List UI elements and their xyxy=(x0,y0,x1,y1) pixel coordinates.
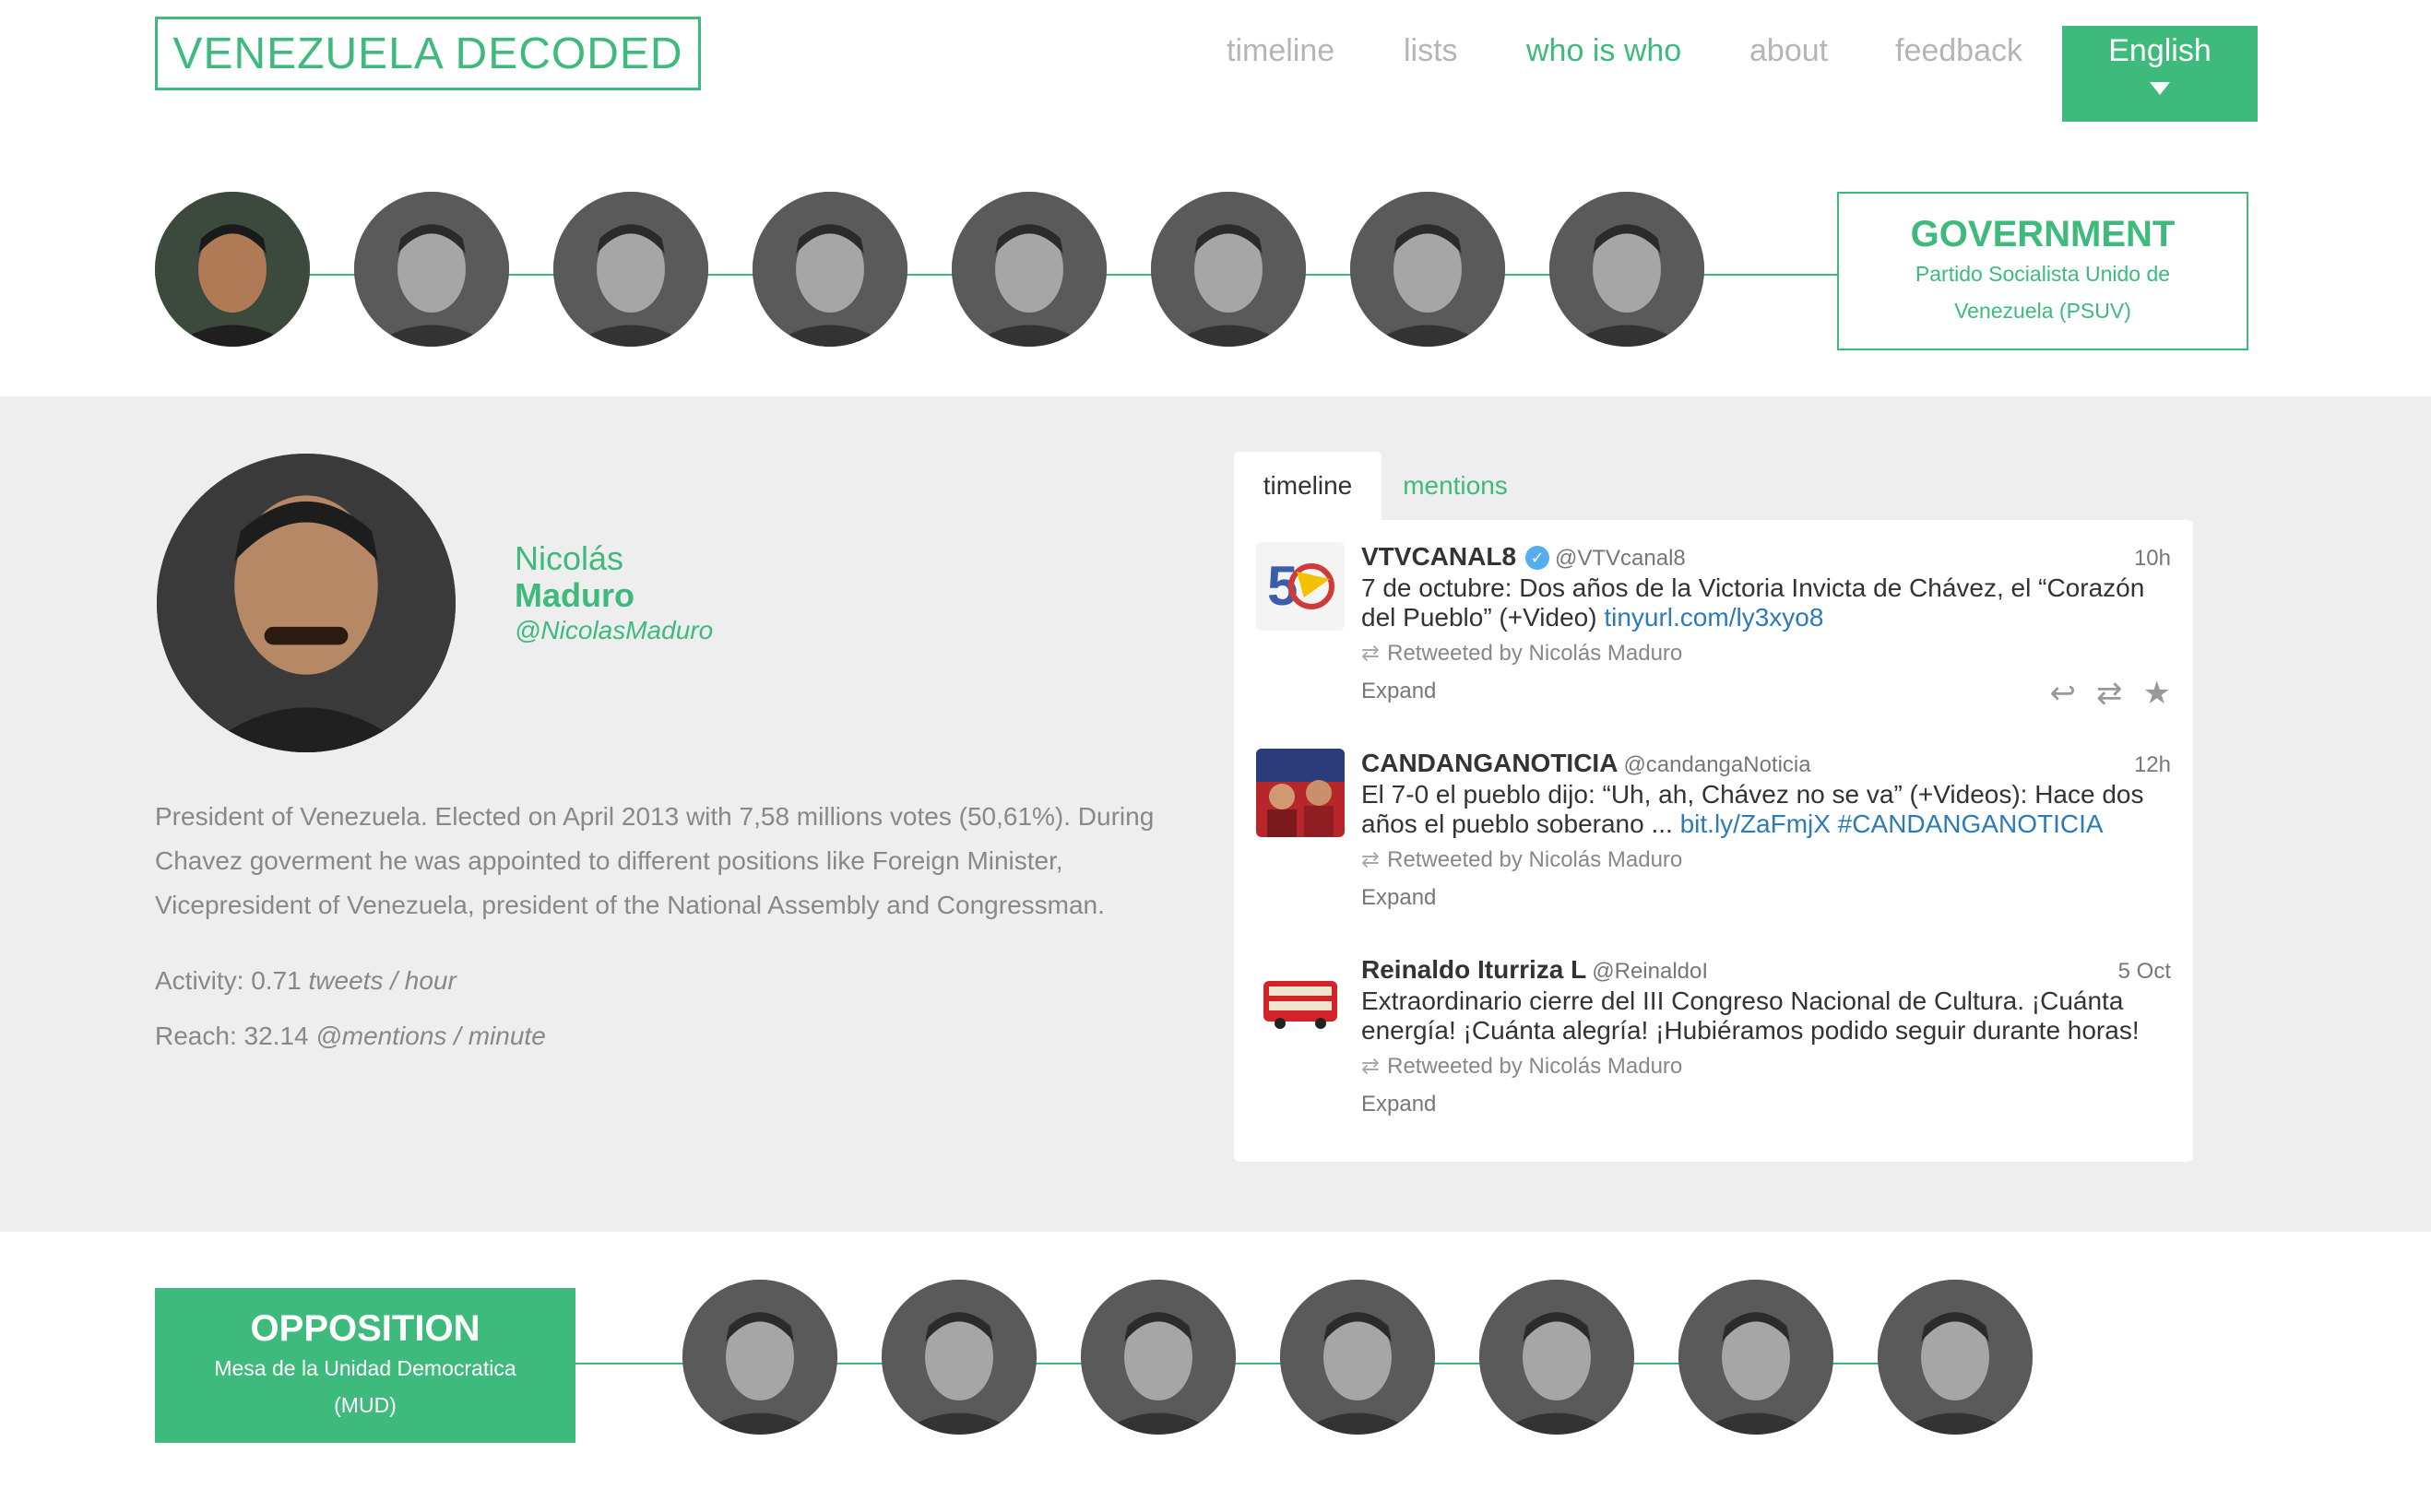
tweet-time[interactable]: 12h xyxy=(2134,752,2171,778)
tweet-actions: ↩ ⇄ ★ xyxy=(2050,675,2171,712)
reach-value: Reach: 32.14 xyxy=(155,1022,309,1050)
opposition-member-avatar[interactable] xyxy=(1479,1280,1634,1435)
profile-bio: President of Venezuela. Elected on April… xyxy=(155,802,1155,919)
tweet-text: El 7-0 el pueblo dijo: “Uh, ah, Chávez n… xyxy=(1361,780,2173,839)
tweet-time[interactable]: 5 Oct xyxy=(2118,959,2171,985)
tweet-item[interactable]: Reinaldo Iturriza L @ReinaldoI 5 Oct Extr… xyxy=(1234,933,2193,1140)
retweet-small-icon: ⇄ xyxy=(1361,847,1381,872)
candanga-photo-icon xyxy=(1256,749,1345,837)
activity-unit: tweets / hour xyxy=(308,966,457,995)
retweeted-by: Retweeted by Nicolás Maduro xyxy=(1387,641,1683,666)
expand-link[interactable]: Expand xyxy=(1361,1092,1436,1117)
nav-about[interactable]: about xyxy=(1749,33,1828,69)
retweet-note: ⇄ Retweeted by Nicolás Maduro xyxy=(1361,846,1682,873)
reply-icon[interactable]: ↩ xyxy=(2050,675,2077,712)
government-title: GOVERNMENT xyxy=(1910,213,2176,254)
language-label: English xyxy=(2108,33,2212,68)
tweet-author[interactable]: Reinaldo Iturriza L xyxy=(1361,955,1586,984)
profile-name-block: Nicolás Maduro @NicolasMaduro xyxy=(515,540,713,647)
activity-stat: Activity: 0.71 tweets / hour xyxy=(155,966,457,996)
profile-handle[interactable]: @NicolasMaduro xyxy=(515,614,713,647)
favorite-icon[interactable]: ★ xyxy=(2143,675,2171,712)
opposition-member-avatar[interactable] xyxy=(1081,1280,1236,1435)
opposition-member-avatar[interactable] xyxy=(682,1280,837,1435)
tweet-item[interactable]: 5 VTVCANAL8 ✓ @VTVcanal8 10h 7 de octubre:… xyxy=(1234,520,2193,726)
tab-mentions[interactable]: mentions xyxy=(1382,452,1529,520)
verified-badge-icon: ✓ xyxy=(1525,546,1550,570)
vtv-logo-icon: 5 xyxy=(1256,542,1345,631)
government-member-avatar[interactable] xyxy=(354,192,509,347)
retweet-icon[interactable]: ⇄ xyxy=(2096,675,2123,712)
opposition-member-avatar[interactable] xyxy=(1878,1280,2033,1435)
tweet-timeline: 5 VTVCANAL8 ✓ @VTVcanal8 10h 7 de octubre:… xyxy=(1234,520,2193,1162)
profile-avatar xyxy=(157,454,456,752)
government-member-avatar[interactable] xyxy=(952,192,1107,347)
tweet-author[interactable]: VTVCANAL8 xyxy=(1361,542,1516,571)
tweet-text: Extraordinario cierre del III Congreso N… xyxy=(1361,986,2173,1045)
government-member-avatar[interactable] xyxy=(1151,192,1306,347)
opposition-member-avatar[interactable] xyxy=(882,1280,1037,1435)
bus-photo-icon xyxy=(1256,955,1345,1044)
tweet-screen-name[interactable]: @candangaNoticia xyxy=(1623,752,1810,777)
profile-last-name: Maduro xyxy=(515,576,634,614)
government-member-avatar[interactable] xyxy=(753,192,907,347)
tweet-avatar xyxy=(1256,955,1345,1044)
government-member-avatar[interactable] xyxy=(553,192,708,347)
tweet-header: Reinaldo Iturriza L @ReinaldoI xyxy=(1361,955,1708,985)
tweet-text: 7 de octubre: Dos años de la Victoria In… xyxy=(1361,573,2173,632)
tweet-author[interactable]: CANDANGANOTICIA xyxy=(1361,749,1618,777)
nav-lists[interactable]: lists xyxy=(1404,33,1458,69)
activity-value: Activity: 0.71 xyxy=(155,966,302,995)
tweet-screen-name[interactable]: @VTVcanal8 xyxy=(1555,546,1686,571)
expand-link[interactable]: Expand xyxy=(1361,679,1436,704)
retweeted-by: Retweeted by Nicolás Maduro xyxy=(1387,1054,1683,1079)
expand-link[interactable]: Expand xyxy=(1361,885,1436,911)
government-party-box[interactable]: GOVERNMENT Partido Socialista Unido de V… xyxy=(1837,192,2248,350)
government-member-avatar[interactable] xyxy=(1549,192,1704,347)
caret-down-icon xyxy=(2150,82,2170,95)
reach-unit: @mentions / minute xyxy=(315,1022,546,1050)
reach-stat: Reach: 32.14 @mentions / minute xyxy=(155,1022,546,1051)
opposition-member-avatar[interactable] xyxy=(1678,1280,1833,1435)
profile-first-name: Nicolás xyxy=(515,539,624,577)
nav-who-is-who[interactable]: who is who xyxy=(1526,33,1681,69)
tweet-avatar xyxy=(1256,749,1345,837)
tab-timeline[interactable]: timeline xyxy=(1234,452,1382,520)
tweet-link[interactable]: bit.ly/ZaFmjX #CANDANGANOTICIA xyxy=(1680,809,2104,838)
tweet-body: Extraordinario cierre del III Congreso N… xyxy=(1361,986,2140,1045)
nav-feedback[interactable]: feedback xyxy=(1895,33,2022,69)
opposition-member-avatar[interactable] xyxy=(1280,1280,1435,1435)
opposition-subtitle: Mesa de la Unidad Democratica (MUD) xyxy=(214,1355,516,1417)
retweeted-by: Retweeted by Nicolás Maduro xyxy=(1387,847,1683,872)
tweet-header: VTVCANAL8 ✓ @VTVcanal8 xyxy=(1361,542,1686,572)
retweet-note: ⇄ Retweeted by Nicolás Maduro xyxy=(1361,1053,1682,1080)
retweet-small-icon: ⇄ xyxy=(1361,641,1381,666)
government-subtitle: Partido Socialista Unido de Venezuela (P… xyxy=(1915,261,2171,323)
opposition-party-box[interactable]: OPPOSITION Mesa de la Unidad Democratica… xyxy=(155,1288,575,1443)
opposition-title: OPPOSITION xyxy=(250,1307,480,1349)
tweet-item[interactable]: CANDANGANOTICIA @candangaNoticia 12h El 7… xyxy=(1234,726,2193,933)
site-logo[interactable]: VENEZUELA DECODED xyxy=(155,17,701,90)
retweet-small-icon: ⇄ xyxy=(1361,1054,1381,1079)
portrait-icon xyxy=(157,454,456,752)
language-selector[interactable]: English xyxy=(2062,26,2258,122)
government-member-avatar[interactable] xyxy=(1350,192,1505,347)
tweet-screen-name[interactable]: @ReinaldoI xyxy=(1592,959,1708,984)
tweet-avatar: 5 xyxy=(1256,542,1345,631)
retweet-note: ⇄ Retweeted by Nicolás Maduro xyxy=(1361,640,1682,667)
tweet-header: CANDANGANOTICIA @candangaNoticia xyxy=(1361,749,1811,778)
tweet-link[interactable]: tinyurl.com/ly3xyo8 xyxy=(1604,603,1823,632)
nav-timeline[interactable]: timeline xyxy=(1227,33,1334,69)
government-member-avatar[interactable] xyxy=(155,192,310,347)
tweet-time[interactable]: 10h xyxy=(2134,546,2171,572)
